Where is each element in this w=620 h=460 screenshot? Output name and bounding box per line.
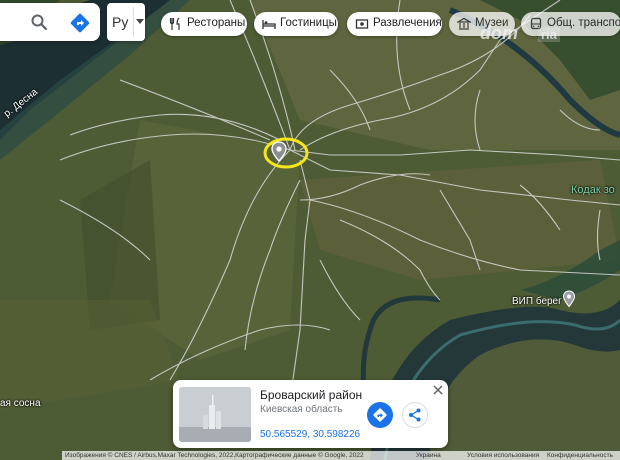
terms-link[interactable]: Условия использования [467,452,539,459]
place-title: Броварский район [260,388,363,402]
attribution-text: Изображения © CNES / Airbus,Maxar Techno… [65,452,364,459]
share-button[interactable] [402,402,428,428]
language-selector[interactable]: Ру [107,3,145,41]
divider [133,7,134,37]
ticket-icon [355,19,369,29]
museum-icon [457,17,471,30]
watermark: dom ria [476,21,586,49]
chevron-down-icon[interactable] [136,19,144,24]
country-link[interactable]: Украина [416,452,441,459]
directions-button[interactable] [367,402,393,428]
directions-icon[interactable] [70,13,90,33]
chip-entertainment[interactable]: Развлечения [347,12,442,36]
place-label-sosna[interactable]: ая сосна [0,398,41,409]
place-coordinates[interactable]: 50.565529, 30.598226 [260,429,360,440]
map-pin-icon[interactable] [562,290,576,308]
share-icon [409,408,421,422]
place-thumbnail[interactable] [179,387,251,442]
place-subtitle: Киевская область [260,404,343,415]
bed-icon [262,20,276,29]
place-label-vip[interactable]: ВИП берег [512,296,562,307]
close-icon[interactable] [432,384,444,396]
place-label-kodak[interactable]: Кодак зо [571,184,615,196]
chip-restaurants[interactable]: Рестораны [161,12,247,36]
search-box[interactable] [0,3,100,41]
chip-label: Рестораны [187,17,246,29]
chip-label: Развлечения [373,17,442,29]
directions-icon [373,408,387,422]
selected-location-pin[interactable] [270,141,288,163]
chip-label: Гостиницы [280,17,337,29]
privacy-link[interactable]: Конфиденциальность [547,452,613,459]
search-icon[interactable] [30,13,48,31]
watermark-text: dom [480,23,518,43]
map-footer: Изображения © CNES / Airbus,Maxar Techno… [62,451,620,460]
fork-knife-icon [169,17,180,30]
language-label: Ру [112,14,129,30]
chip-hotels[interactable]: Гостиницы [254,12,338,36]
place-card[interactable]: Броварский район Киевская область 50.565… [173,380,448,448]
watermark-badge: ria [538,27,560,42]
